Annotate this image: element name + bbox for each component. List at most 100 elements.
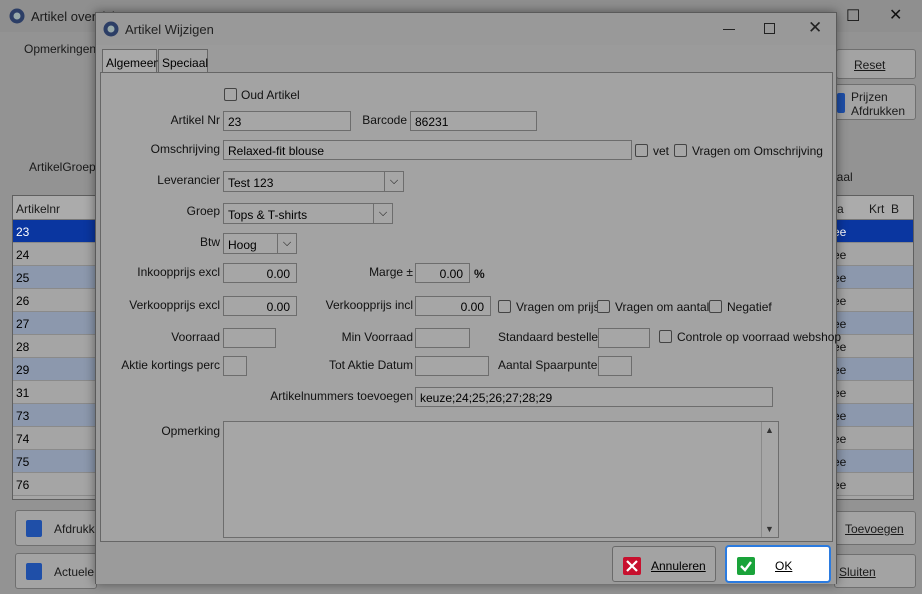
bg-close-icon[interactable]: ✕	[889, 5, 902, 25]
opmerkingen-label: Opmerkingen	[24, 42, 97, 56]
vragen-aantal-label: Vragen om aantal	[615, 300, 710, 314]
aantal-spaarpunten-label: Aantal Spaarpunten	[498, 358, 605, 372]
table-cell-artikelnr: 25	[16, 271, 30, 285]
tab-speciaal[interactable]: Speciaal	[158, 49, 208, 73]
tot-aktie-datum-field[interactable]	[415, 356, 489, 376]
table-cell-right: ee	[833, 271, 847, 285]
table-cell-right: ee	[833, 478, 847, 492]
scroll-down-icon[interactable]: ▼	[765, 524, 774, 534]
omschrijving-label: Omschrijving	[150, 142, 220, 156]
leverancier-select[interactable]: Test 123 ⌵	[223, 171, 404, 192]
tab-algemeen[interactable]: Algemeen	[102, 49, 160, 74]
chevron-down-icon[interactable]: ⌵	[373, 204, 392, 223]
controle-voorraad-label: Controle op voorraad webshop	[677, 330, 842, 344]
vragen-omschrijving-label: Vragen om Omschrijving	[692, 144, 823, 158]
min-voorraad-field[interactable]	[415, 328, 470, 348]
groep-select-value: Tops & T-shirts	[228, 208, 308, 222]
marge-field[interactable]: 0.00	[415, 263, 470, 283]
marge-label: Marge ±	[369, 265, 413, 279]
standaard-bestellen-label: Standaard bestellen	[498, 330, 605, 344]
percent-label: %	[474, 267, 485, 281]
add-button[interactable]: Toevoegen	[834, 511, 916, 545]
aktie-kortings-label: Aktie kortings perc	[121, 358, 220, 372]
table-cell-artikelnr: 29	[16, 363, 30, 377]
aktie-kortings-field[interactable]	[223, 356, 247, 376]
table-cell-artikelnr: 28	[16, 340, 30, 354]
grid-header-krt: Krt	[869, 202, 885, 216]
min-voorraad-label: Min Voorraad	[341, 330, 413, 344]
controle-voorraad-checkbox[interactable]	[659, 330, 672, 343]
leverancier-select-value: Test 123	[228, 176, 274, 190]
table-cell-right: ee	[833, 248, 847, 262]
voorraad-field[interactable]	[223, 328, 276, 348]
maximize-icon[interactable]	[764, 23, 775, 34]
app-logo-icon	[9, 8, 25, 24]
table-cell-artikelnr: 76	[16, 478, 30, 492]
table-cell-right: ee	[833, 294, 847, 308]
ok-button[interactable]: OK	[726, 546, 830, 582]
verkoopprijs-incl-label: Verkoopprijs incl	[325, 298, 413, 312]
bg-maximize-icon[interactable]: ☐	[846, 6, 860, 26]
chevron-down-icon[interactable]: ⌵	[277, 234, 296, 253]
negatief-checkbox[interactable]	[709, 300, 722, 313]
omschrijving-field[interactable]: Relaxed-fit blouse	[223, 140, 632, 160]
close-icon[interactable]: ✕	[808, 18, 822, 38]
table-cell-right: ee	[833, 363, 847, 377]
reset-button[interactable]: Reset	[836, 49, 916, 79]
groep-label: Groep	[186, 204, 220, 218]
verkoopprijs-excl-field[interactable]: 0.00	[223, 296, 297, 316]
vragen-prijs-label: Vragen om prijs	[516, 300, 600, 314]
checkmark-icon	[737, 557, 755, 575]
table-cell-right: ee	[833, 455, 847, 469]
actual-button-label: Actuele	[54, 565, 95, 579]
btw-select-value: Hoog	[228, 238, 257, 252]
opmerking-scrollbar[interactable]: ▲ ▼	[761, 422, 778, 537]
verkoopprijs-incl-field[interactable]: 0.00	[415, 296, 491, 316]
close-button-label: Sluiten	[839, 565, 876, 579]
artikelgroep-label: ArtikelGroep	[29, 160, 96, 174]
add-button-label: Toevoegen	[845, 522, 904, 536]
barcode-field[interactable]: 86231	[410, 111, 537, 131]
cancel-icon	[623, 557, 641, 575]
dialog-button-bar: Annuleren OK	[96, 543, 836, 584]
aantal-spaarpunten-field[interactable]	[598, 356, 632, 376]
artikelnummers-toevoegen-label: Artikelnummers toevoegen	[270, 389, 413, 403]
table-cell-right: ee	[833, 225, 847, 239]
artikel-nr-field[interactable]: 23	[223, 111, 351, 131]
table-cell-artikelnr: 73	[16, 409, 30, 423]
vragen-aantal-checkbox[interactable]	[597, 300, 610, 313]
grid-header-artikelnr: Artikelnr	[16, 202, 61, 216]
opmerking-textarea[interactable]: ▲ ▼	[223, 421, 779, 538]
app-logo-icon	[103, 21, 119, 37]
grid-header-b: B	[891, 202, 900, 216]
actual-button[interactable]: Actuele	[15, 553, 97, 589]
table-cell-right: ee	[833, 409, 847, 423]
print-button[interactable]: Afdrukken	[15, 510, 108, 546]
inkoopprijs-label: Inkoopprijs excl	[137, 265, 220, 279]
chevron-down-icon[interactable]: ⌵	[384, 172, 403, 191]
scroll-up-icon[interactable]: ▲	[765, 425, 774, 435]
groep-select[interactable]: Tops & T-shirts ⌵	[223, 203, 393, 224]
print-prices-button[interactable]: Prijzen Afdrukken	[832, 84, 916, 120]
tab-speciaal-label: Speciaal	[162, 56, 209, 70]
artikelnummers-toevoegen-field[interactable]: keuze;24;25;26;27;28;29	[415, 387, 773, 407]
grid-header-partial: a	[837, 202, 844, 216]
vragen-omschrijving-checkbox[interactable]	[674, 144, 687, 157]
oud-artikel-checkbox[interactable]	[224, 88, 237, 101]
close-button[interactable]: Sluiten	[834, 554, 916, 588]
artikel-nr-label: Artikel Nr	[170, 113, 220, 127]
negatief-label: Negatief	[727, 300, 772, 314]
btw-select[interactable]: Hoog ⌵	[223, 233, 297, 254]
vet-checkbox[interactable]	[635, 144, 648, 157]
vragen-prijs-checkbox[interactable]	[498, 300, 511, 313]
table-cell-right: ee	[833, 386, 847, 400]
table-cell-artikelnr: 75	[16, 455, 30, 469]
barcode-label: Barcode	[362, 113, 407, 127]
inkoopprijs-field[interactable]: 0.00	[223, 263, 297, 283]
table-cell-right: ee	[833, 432, 847, 446]
reset-button-label: Reset	[854, 58, 886, 72]
minimize-icon[interactable]	[723, 29, 735, 30]
table-cell-artikelnr: 26	[16, 294, 30, 308]
standaard-bestellen-field[interactable]	[598, 328, 650, 348]
annuleren-button[interactable]: Annuleren	[612, 546, 716, 582]
